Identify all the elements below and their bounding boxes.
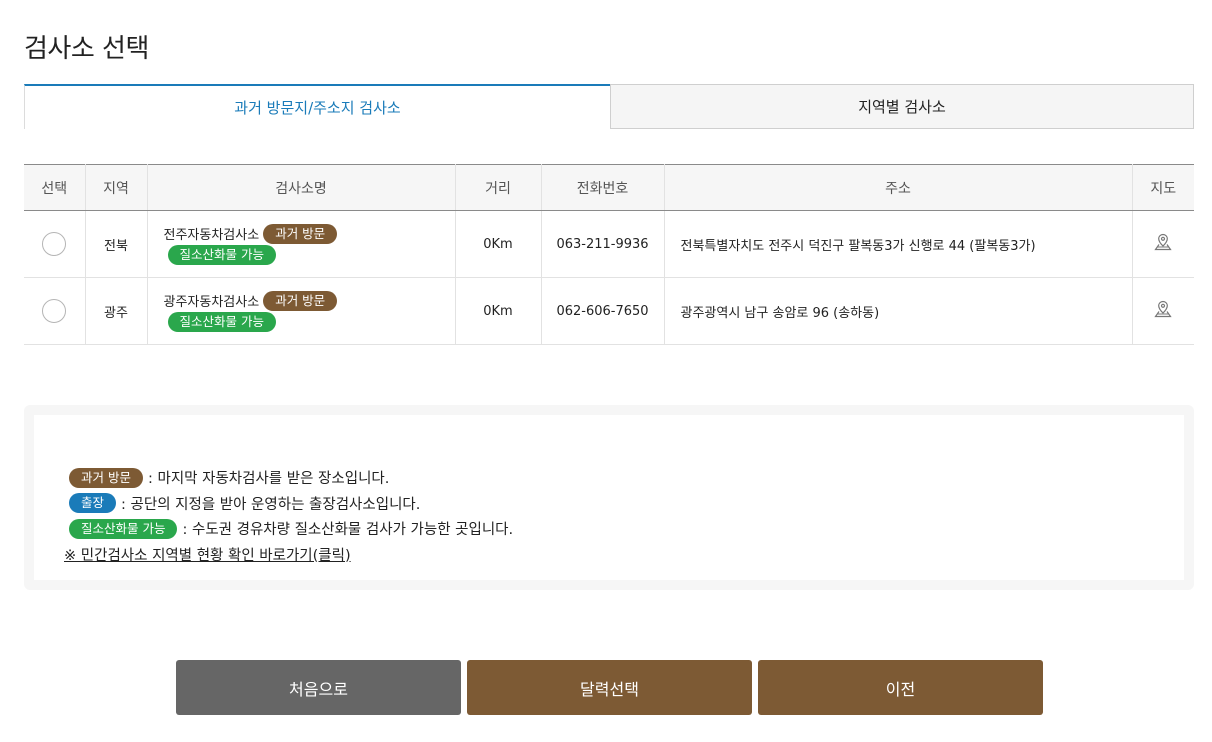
header-map: 지도 bbox=[1132, 164, 1194, 211]
station-name: 광주자동차검사소 bbox=[163, 295, 260, 310]
legend-row-nox: 질소산화물 가능 : 수도권 경유차량 질소산화물 검사가 가능한 곳입니다. bbox=[64, 516, 1184, 542]
past-visit-badge: 과거 방문 bbox=[263, 290, 338, 311]
legend-trip-badge: 출장 bbox=[69, 493, 117, 514]
select-cell bbox=[24, 277, 86, 345]
page-title: 검사소 선택 bbox=[24, 34, 149, 64]
station-name-cell: 광주자동차검사소 과거 방문 질소산화물 가능 bbox=[147, 277, 456, 345]
tab-by-region[interactable]: 지역별 검사소 bbox=[610, 84, 1194, 129]
header-station-name: 검사소명 bbox=[147, 164, 456, 211]
private-station-status-link[interactable]: ※ 민간검사소 지역별 현황 확인 바로가기(클릭) bbox=[64, 544, 351, 565]
legend-nox-badge: 질소산화물 가능 bbox=[69, 518, 178, 539]
address-cell: 광주광역시 남구 송암로 96 (송하동) bbox=[664, 277, 1133, 345]
header-region: 지역 bbox=[85, 164, 148, 211]
past-visit-badge: 과거 방문 bbox=[263, 223, 338, 244]
legend-row-trip: 출장 : 공단의 지정을 받아 운영하는 출장검사소입니다. bbox=[64, 491, 1184, 517]
header-address: 주소 bbox=[664, 164, 1133, 211]
map-cell bbox=[1132, 210, 1194, 278]
table-header-row: 선택 지역 검사소명 거리 전화번호 주소 지도 bbox=[24, 164, 1194, 211]
map-pin-icon[interactable] bbox=[1153, 299, 1173, 319]
legend-past-visit-badge: 과거 방문 bbox=[69, 467, 143, 488]
region-cell: 전북 bbox=[85, 210, 148, 278]
table-row: 전북 전주자동차검사소 과거 방문 질소산화물 가능 0Km 063-211-9… bbox=[24, 210, 1194, 278]
station-name: 전주자동차검사소 bbox=[163, 228, 260, 243]
map-cell bbox=[1132, 277, 1194, 345]
address-cell: 전북특별자치도 전주시 덕진구 팔복동3가 신행로 44 (팔복동3가) bbox=[664, 210, 1133, 278]
map-pin-icon[interactable] bbox=[1153, 232, 1173, 252]
distance-cell: 0Km bbox=[455, 210, 542, 278]
select-radio-button[interactable] bbox=[42, 299, 67, 323]
select-cell bbox=[24, 210, 86, 278]
station-name-cell: 전주자동차검사소 과거 방문 질소산화물 가능 bbox=[147, 210, 456, 278]
calendar-select-button[interactable]: 달력선택 bbox=[467, 660, 752, 715]
legend-notice-box: 과거 방문 : 마지막 자동차검사를 받은 장소입니다. 출장 : 공단의 지정… bbox=[24, 405, 1194, 590]
legend-nox-text: : 수도권 경유차량 질소산화물 검사가 가능한 곳입니다. bbox=[182, 522, 514, 539]
phone-cell: 063-211-9936 bbox=[541, 210, 665, 278]
header-distance: 거리 bbox=[455, 164, 542, 211]
home-button[interactable]: 처음으로 bbox=[176, 660, 461, 715]
nox-badge: 질소산화물 가능 bbox=[167, 244, 276, 265]
legend-notice-inner: 과거 방문 : 마지막 자동차검사를 받은 장소입니다. 출장 : 공단의 지정… bbox=[34, 415, 1184, 580]
nox-badge: 질소산화물 가능 bbox=[167, 311, 276, 332]
button-row: 처음으로 달력선택 이전 bbox=[176, 660, 1043, 715]
distance-cell: 0Km bbox=[455, 277, 542, 345]
select-radio-button[interactable] bbox=[42, 232, 67, 256]
tab-past-visit[interactable]: 과거 방문지/주소지 검사소 bbox=[24, 84, 610, 129]
legend-row-visit: 과거 방문 : 마지막 자동차검사를 받은 장소입니다. bbox=[64, 465, 1184, 491]
legend-trip-text: : 공단의 지정을 받아 운영하는 출장검사소입니다. bbox=[121, 496, 421, 513]
header-phone: 전화번호 bbox=[541, 164, 665, 211]
region-cell: 광주 bbox=[85, 277, 148, 345]
station-table: 선택 지역 검사소명 거리 전화번호 주소 지도 전북 전주자동차검사소 과거 … bbox=[24, 164, 1194, 345]
table-row: 광주 광주자동차검사소 과거 방문 질소산화물 가능 0Km 062-606-7… bbox=[24, 277, 1194, 345]
phone-cell: 062-606-7650 bbox=[541, 277, 665, 345]
header-select: 선택 bbox=[24, 164, 86, 211]
prev-button[interactable]: 이전 bbox=[758, 660, 1043, 715]
legend-past-visit-text: : 마지막 자동차검사를 받은 장소입니다. bbox=[147, 471, 390, 488]
tab-bar: 과거 방문지/주소지 검사소 지역별 검사소 bbox=[24, 84, 1194, 129]
